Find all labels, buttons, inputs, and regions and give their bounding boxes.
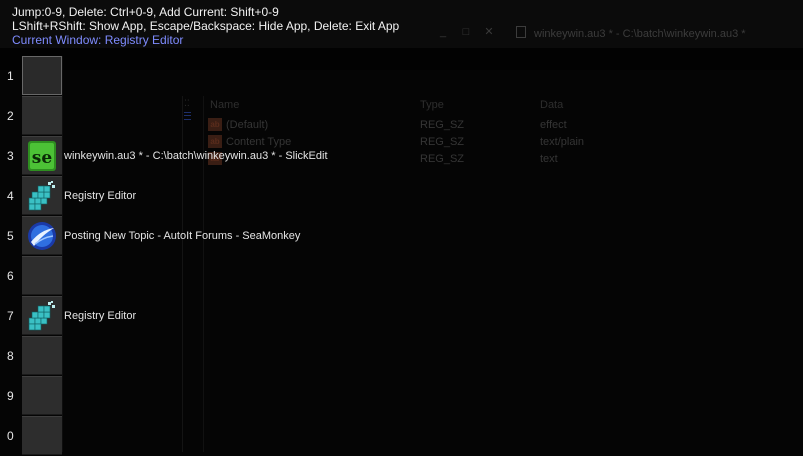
slot-2[interactable]: 2 [0,96,803,136]
hint-line-show-hide: LShift+RShift: Show App, Escape/Backspac… [12,19,400,33]
registry-editor-icon [28,181,55,211]
background-editor-tab[interactable]: winkeywin.au3 * - C:\batch\winkeywin.au3… [516,26,803,42]
slot-number: 2 [7,109,14,123]
hint-line-jump: Jump:0-9, Delete: Ctrl+0-9, Add Current:… [12,5,279,19]
slot-7[interactable]: 7 Registry Editor [0,296,803,336]
close-icon[interactable]: ✕ [482,26,496,38]
slot-title: winkeywin.au3 * - C:\batch\winkeywin.au3… [64,150,328,162]
slot-icon-box[interactable] [22,56,62,95]
current-window-label: Current Window: Registry Editor [12,33,184,47]
maximize-icon[interactable]: □ [459,26,473,38]
app-slot-list: 1 2 3 se winkeywin.au3 * - C:\batch\wink… [0,56,803,455]
registry-editor-icon [28,301,55,331]
slot-number: 7 [7,309,14,323]
slot-8[interactable]: 8 [0,336,803,376]
slot-column-edge [62,56,63,452]
slot-icon-box[interactable] [22,96,62,135]
slot-icon-box[interactable] [22,336,62,375]
document-icon [516,26,526,38]
slot-icon-box[interactable] [22,376,62,415]
slot-6[interactable]: 6 [0,256,803,296]
slot-number: 1 [7,69,14,83]
slot-number: 0 [7,429,14,443]
slot-title: Registry Editor [64,310,137,322]
slot-3[interactable]: 3 se winkeywin.au3 * - C:\batch\winkeywi… [0,136,803,176]
slot-number: 8 [7,349,14,363]
slot-icon-box[interactable] [22,416,62,455]
slot-number: 3 [7,149,14,163]
minimize-icon[interactable]: _ [436,26,450,38]
slot-title: Registry Editor [64,190,137,202]
hotkey-hints: Jump:0-9, Delete: Ctrl+0-9, Add Current:… [12,5,399,47]
slot-4[interactable]: 4 Registry Editor [0,176,803,216]
slickedit-icon: se [28,141,56,171]
slot-number: 5 [7,229,14,243]
slot-number: 6 [7,269,14,283]
slot-title: Posting New Topic - AutoIt Forums - SeaM… [64,230,301,242]
slot-number: 4 [7,189,14,203]
slot-number: 9 [7,389,14,403]
background-tab-title: winkeywin.au3 * - C:\batch\winkeywin.au3… [534,28,746,40]
slot-1[interactable]: 1 [0,56,803,96]
seamonkey-icon [28,222,56,250]
slot-5[interactable]: 5 Posting New Topic - AutoIt Forums - Se… [0,216,803,256]
slot-0[interactable]: 0 [0,416,803,456]
slot-icon-box[interactable] [22,256,62,295]
svg-text:se: se [32,148,53,168]
slot-9[interactable]: 9 [0,376,803,416]
